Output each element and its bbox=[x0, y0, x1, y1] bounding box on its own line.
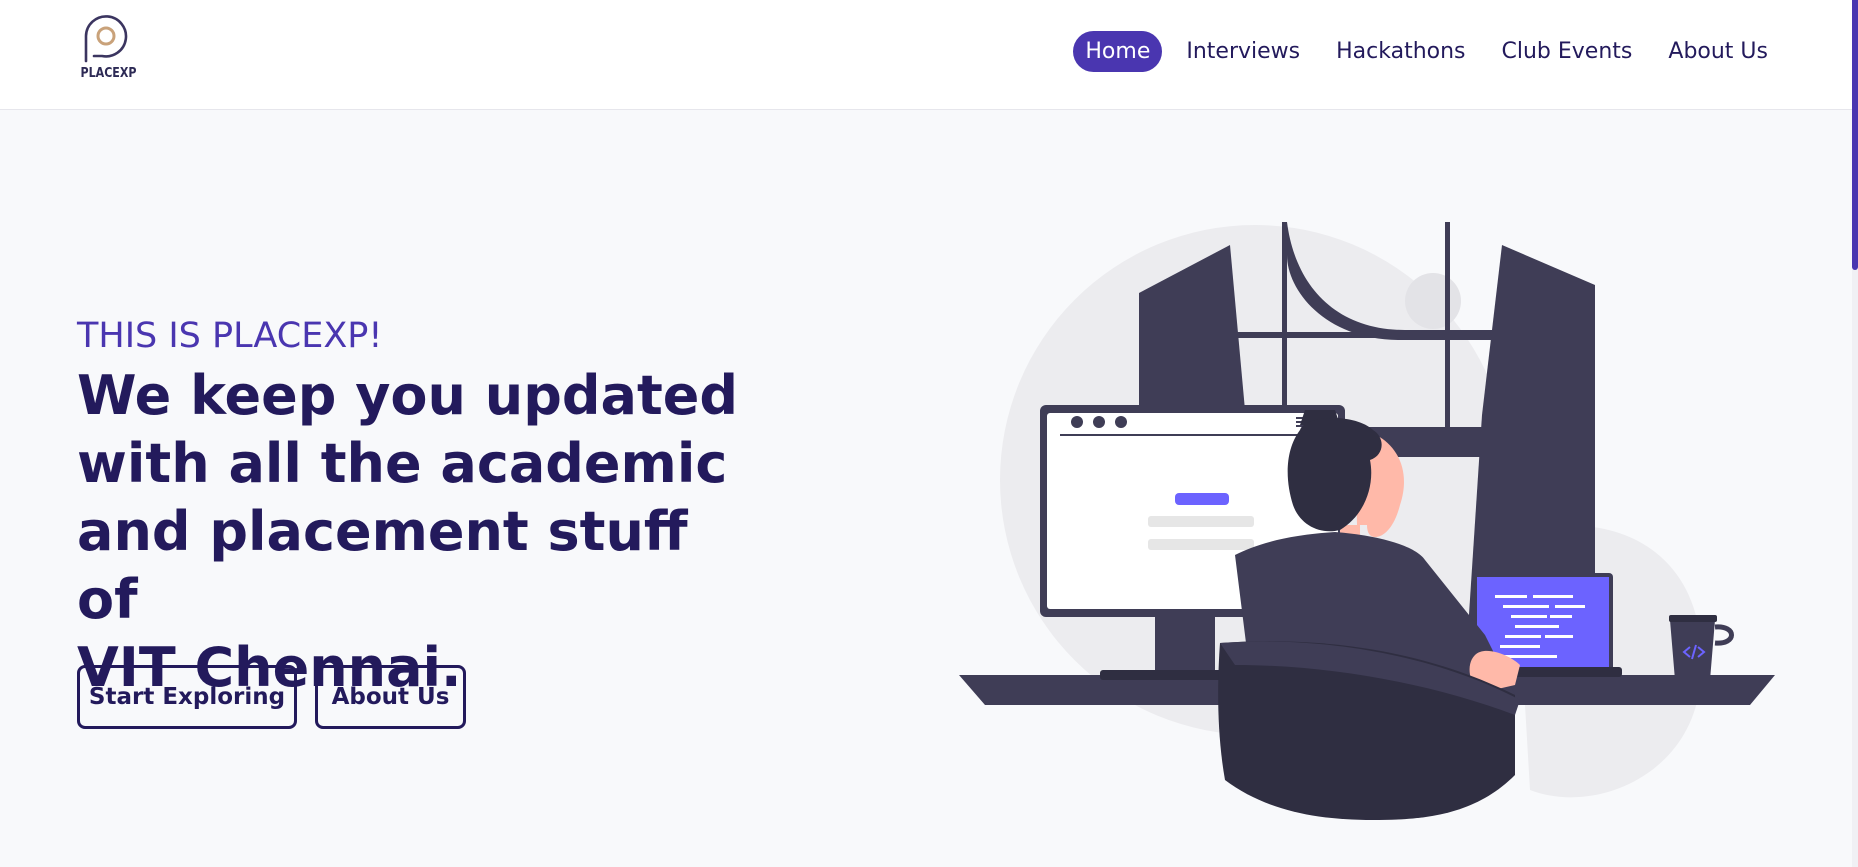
hero-headline: We keep you updated with all the academi… bbox=[77, 364, 739, 699]
coffee-mug-illustration bbox=[1669, 615, 1734, 680]
start-exploring-button[interactable]: Start Exploring bbox=[77, 665, 297, 729]
location-pin-icon bbox=[84, 15, 128, 63]
bg-blob-small bbox=[1405, 273, 1461, 329]
nav-interviews[interactable]: Interviews bbox=[1174, 31, 1312, 72]
hero-eyebrow: THIS IS PLACEXP! bbox=[77, 316, 383, 356]
main-nav: Home Interviews Hackathons Club Events A… bbox=[1061, 31, 1780, 72]
nav-home[interactable]: Home bbox=[1073, 31, 1163, 72]
nav-hackathons[interactable]: Hackathons bbox=[1324, 31, 1477, 72]
scrollbar-thumb[interactable] bbox=[1852, 0, 1858, 270]
logo-text: PLACEXP bbox=[80, 66, 137, 81]
nav-club-events[interactable]: Club Events bbox=[1490, 31, 1645, 72]
placexp-logo[interactable]: PLACEXP bbox=[76, 14, 136, 86]
hero-illustration bbox=[959, 222, 1775, 820]
about-us-button[interactable]: About Us bbox=[315, 665, 466, 729]
page-scrollbar[interactable] bbox=[1852, 0, 1858, 867]
site-header: PLACEXP Home Interviews Hackathons Club … bbox=[0, 0, 1858, 110]
nav-about-us[interactable]: About Us bbox=[1656, 31, 1780, 72]
